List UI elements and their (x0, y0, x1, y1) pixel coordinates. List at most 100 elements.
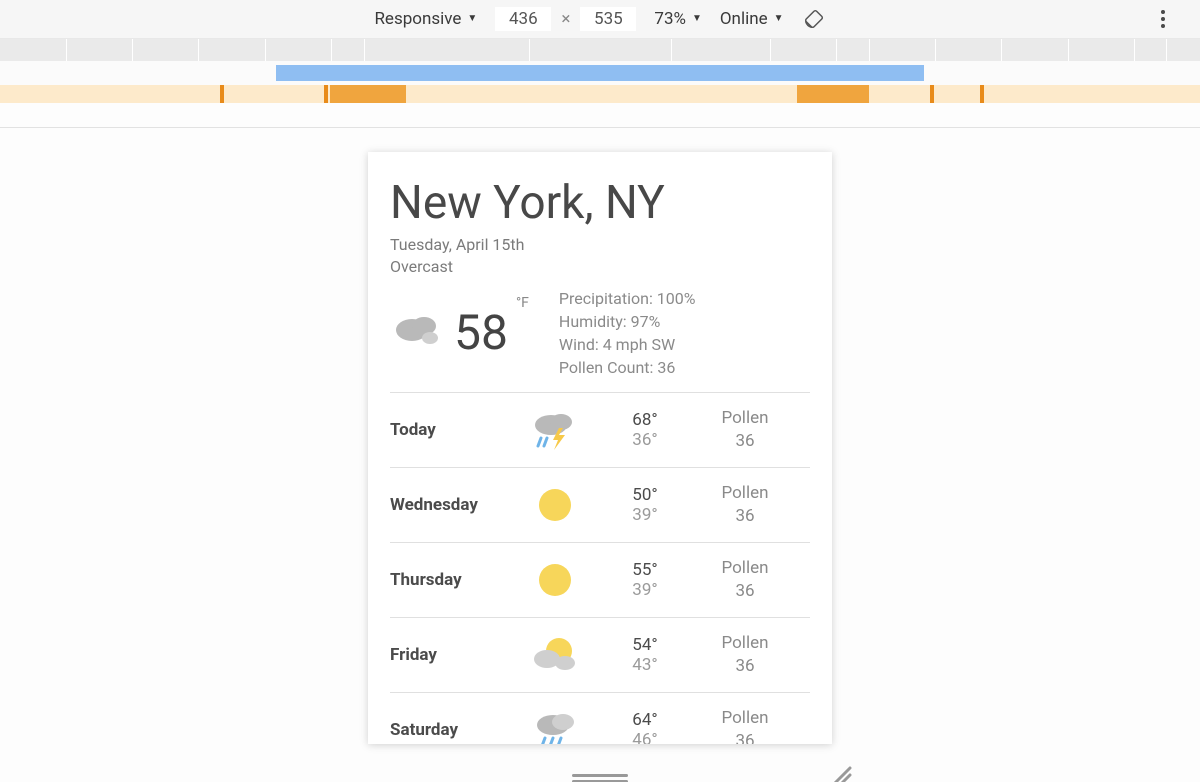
forecast-pollen-label: Pollen (690, 407, 800, 429)
breakpoint-tick[interactable] (930, 85, 934, 103)
humidity-value: 97% (631, 312, 661, 331)
ruler-tick (364, 39, 365, 61)
overcast-icon (390, 308, 446, 356)
ruler-tick (265, 39, 266, 61)
forecast-row[interactable]: Thursday 55°39°Pollen36 (390, 543, 810, 618)
caret-down-icon: ▼ (467, 14, 477, 24)
current-condition: Overcast (390, 256, 810, 278)
network-select[interactable]: Online ▼ (720, 9, 784, 29)
ruler-tick (198, 39, 199, 61)
forecast-pollen-value: 36 (690, 655, 800, 677)
forecast-pollen-value: 36 (690, 505, 800, 527)
storm-icon (510, 408, 600, 452)
forecast-pollen-label: Pollen (690, 557, 800, 579)
resize-handle-corner[interactable] (830, 764, 852, 782)
forecast-row[interactable]: Wednesday50°39°Pollen36 (390, 468, 810, 543)
forecast-day: Saturday (390, 720, 510, 740)
zoom-label: 73% (654, 9, 686, 29)
height-input[interactable] (580, 7, 636, 31)
ruler-strip (0, 39, 1200, 61)
ruler-tick (770, 39, 771, 61)
forecast-temperatures: 68°36° (600, 410, 690, 450)
ruler-tick (529, 39, 530, 61)
sunny-icon (510, 558, 600, 602)
ruler-tick (935, 39, 936, 61)
forecast-low: 39° (600, 580, 690, 600)
device-viewport-area: New York, NY Tuesday, April 15th Overcas… (0, 127, 1200, 782)
breakpoint-min-range[interactable] (330, 85, 406, 103)
forecast-pollen: Pollen36 (690, 557, 800, 601)
network-label: Online (720, 9, 768, 29)
forecast-low: 46° (600, 730, 690, 744)
forecast-day: Today (390, 420, 510, 440)
forecast-low: 39° (600, 505, 690, 525)
showers-icon (510, 708, 600, 744)
forecast-high: 55° (600, 560, 690, 580)
breakpoint-min-range[interactable] (797, 85, 869, 103)
current-date: Tuesday, April 15th (390, 234, 810, 256)
breakpoint-max-range[interactable] (276, 65, 924, 81)
forecast-list: Today68°36°Pollen36Wednesday50°39°Pollen… (390, 392, 810, 744)
humidity-label: Humidity: (559, 312, 627, 331)
forecast-row[interactable]: Saturday 64°46°Pollen36 (390, 693, 810, 744)
pollen-value: 36 (657, 358, 675, 377)
current-stats: Precipitation: 100% Humidity: 97% Wind: … (559, 287, 696, 380)
ruler-tick (836, 39, 837, 61)
forecast-temperatures: 64°46° (600, 710, 690, 744)
breakpoint-tick[interactable] (220, 85, 224, 103)
forecast-pollen-label: Pollen (690, 707, 800, 729)
sunny-icon (510, 483, 600, 527)
kebab-dot-icon (1161, 10, 1165, 14)
forecast-temperatures: 54°43° (600, 635, 690, 675)
ruler-tick (1068, 39, 1069, 61)
forecast-high: 64° (600, 710, 690, 730)
wind-label: Wind: (559, 335, 599, 354)
precipitation-label: Precipitation: (559, 289, 653, 308)
breakpoint-min-strip (0, 85, 1200, 103)
weather-card: New York, NY Tuesday, April 15th Overcas… (368, 152, 832, 744)
device-frame: New York, NY Tuesday, April 15th Overcas… (368, 152, 832, 744)
rotate-button[interactable] (802, 7, 826, 31)
dimension-separator: × (561, 9, 570, 29)
forecast-high: 54° (600, 635, 690, 655)
ruler-tick (66, 39, 67, 61)
device-select[interactable]: Responsive ▼ (374, 9, 477, 29)
ruler-tick (671, 39, 672, 61)
forecast-pollen-label: Pollen (690, 482, 800, 504)
device-toolbar: Responsive ▼ × 73% ▼ Online ▼ (0, 0, 1200, 39)
ruler-tick (1001, 39, 1002, 61)
forecast-pollen: Pollen36 (690, 707, 800, 744)
ruler-tick (1134, 39, 1135, 61)
forecast-pollen: Pollen36 (690, 407, 800, 451)
city-name: New York, NY (390, 176, 810, 230)
forecast-day: Thursday (390, 570, 510, 590)
forecast-pollen-value: 36 (690, 580, 800, 602)
device-select-label: Responsive (374, 9, 461, 29)
breakpoint-max-strip (0, 61, 1200, 85)
caret-down-icon: ▼ (692, 14, 702, 24)
forecast-pollen-value: 36 (690, 730, 800, 744)
forecast-pollen: Pollen36 (690, 632, 800, 676)
zoom-select[interactable]: 73% ▼ (654, 9, 701, 29)
forecast-high: 50° (600, 485, 690, 505)
forecast-low: 36° (600, 430, 690, 450)
forecast-temperatures: 55°39° (600, 560, 690, 600)
forecast-temperatures: 50°39° (600, 485, 690, 525)
ruler-tick (331, 39, 332, 61)
breakpoint-tick[interactable] (980, 85, 984, 103)
precipitation-value: 100% (657, 289, 696, 308)
more-options-button[interactable] (1152, 8, 1174, 30)
breakpoint-tick[interactable] (324, 85, 328, 103)
ruler-tick (132, 39, 133, 61)
forecast-high: 68° (600, 410, 690, 430)
forecast-pollen: Pollen36 (690, 482, 800, 526)
resize-handle-bottom[interactable] (572, 774, 628, 782)
caret-down-icon: ▼ (774, 14, 784, 24)
partly-sunny-icon (510, 633, 600, 677)
rotate-icon (803, 8, 825, 30)
forecast-row[interactable]: Today 68°36°Pollen36 (390, 393, 810, 468)
forecast-pollen-value: 36 (690, 430, 800, 452)
forecast-low: 43° (600, 655, 690, 675)
forecast-row[interactable]: Friday54°43°Pollen36 (390, 618, 810, 693)
width-input[interactable] (495, 7, 551, 31)
